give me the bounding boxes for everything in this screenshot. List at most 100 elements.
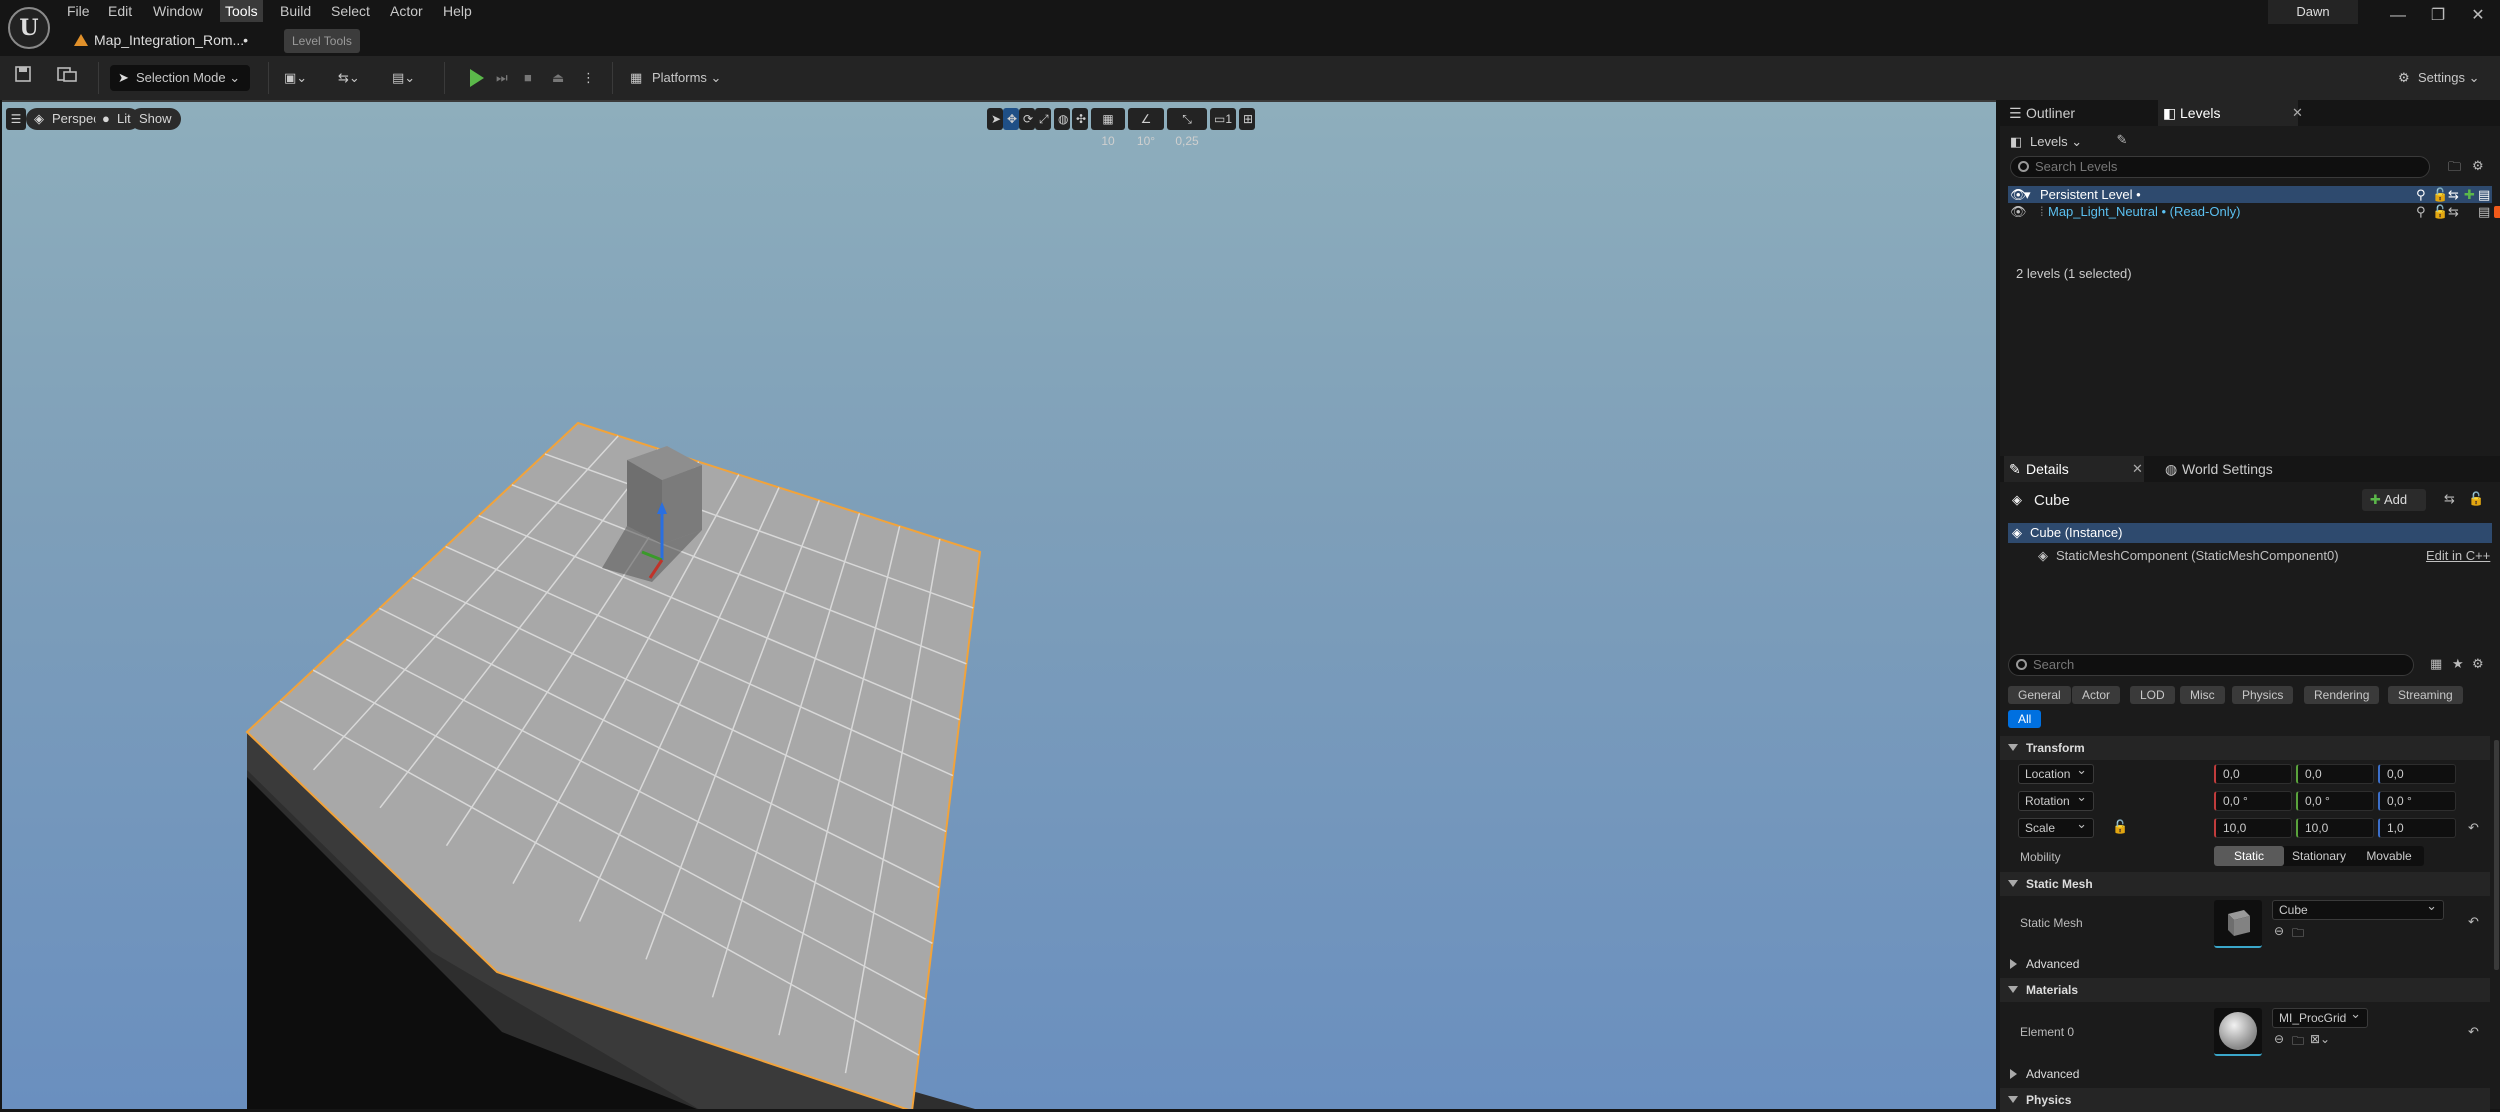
surface-snap-icon[interactable]: ✣ [1072,108,1088,130]
content-browser-icon[interactable] [56,65,80,91]
transform-section-header[interactable]: Transform [2000,736,2490,760]
rotate-tool-icon[interactable]: ⟳ [1019,108,1035,130]
menu-tools[interactable]: Tools [220,0,263,22]
category-tab-actor[interactable]: Actor [2072,686,2121,704]
materials-section-header[interactable]: Materials [2000,978,2490,1002]
lighting-icon[interactable]: ⚲ [2416,203,2426,220]
camera-speed-button[interactable]: ▭1 [1210,108,1236,130]
location-x-input[interactable]: 0,0 [2214,764,2292,784]
level-viewport[interactable]: ☰ ◈ Perspective ● Lit Show ➤ ✥ ⟳ ⤢ ◍ ✣ ▦… [2,100,1996,1109]
rotation-dropdown[interactable]: Rotation [2018,788,2094,811]
new-folder-icon[interactable]: 🗀 [2448,158,2461,180]
user-name[interactable]: Dawn [2268,0,2358,24]
level-row-map-light[interactable]: 👁 ⁞ Map_Light_Neutral • (Read-Only) ⚲ 🔓 … [2008,203,2500,220]
scale-snap-toggle[interactable]: ⤡ 0,25 [1167,108,1207,148]
blueprint-convert-icon[interactable]: ⇆ [2444,491,2455,507]
category-tab-streaming[interactable]: Streaming [2388,686,2463,704]
reset-to-default-icon[interactable]: ↶ [2468,820,2479,836]
add-component-button[interactable]: ✚ Add [2362,489,2426,511]
details-settings-icon[interactable]: ⚙ [2472,656,2484,672]
component-row-instance[interactable]: ◈ Cube (Instance) [2008,523,2492,543]
eject-icon[interactable]: ⏏ [552,65,576,91]
lock-icon[interactable]: 🔓 [2432,203,2448,220]
level-tools-tab[interactable]: Level Tools [284,29,360,53]
visibility-icon[interactable]: 👁 [2010,203,2027,220]
details-search-input[interactable]: Search [2008,654,2414,676]
platforms-dropdown[interactable]: ▦ Platforms ⌄ [628,65,721,91]
level-row-persistent[interactable]: 👁 ▾ Persistent Level • ⚲ 🔓 ⇆ ✚ ▤ [2008,186,2492,203]
settings-button[interactable]: ⚙ Settings ⌄ [2396,65,2480,91]
table-view-icon[interactable]: ▦ [2430,656,2442,672]
static-mesh-dropdown[interactable]: Cube [2272,897,2444,920]
add-actor-icon[interactable]: ▣⌄ [284,65,318,91]
menu-actor[interactable]: Actor [385,0,428,22]
outliner-settings-icon[interactable]: ⚙ [2472,158,2484,174]
browse-asset-icon[interactable]: 🗀 [2292,924,2304,945]
details-scrollbar[interactable] [2494,740,2499,970]
rotation-y-input[interactable]: 0,0 ° [2296,791,2374,811]
mobility-movable[interactable]: Movable [2354,846,2424,866]
scene-render[interactable] [2,102,1996,1109]
advance-frame-icon[interactable]: ⏭ [496,65,520,91]
grid-snap-toggle[interactable]: ▦ 10 [1091,108,1125,148]
show-button[interactable]: Show [130,108,181,130]
more-options-icon[interactable]: ⋮ [582,65,596,91]
scale-y-input[interactable]: 10,0 [2296,818,2374,838]
play-button[interactable] [464,65,488,91]
mobility-static[interactable]: Static [2214,846,2284,866]
category-tab-physics[interactable]: Physics [2232,686,2294,704]
rotation-z-input[interactable]: 0,0 ° [2378,791,2456,811]
edit-level-icon[interactable]: ✎ [2112,132,2132,152]
stop-icon[interactable]: ■ [524,65,548,91]
menu-help[interactable]: Help [438,0,477,22]
category-tab-misc[interactable]: Misc [2180,686,2225,704]
blueprint-icon[interactable]: ⇆⌄ [338,65,372,91]
reset-to-default-icon[interactable]: ↶ [2468,1024,2479,1040]
edit-cpp-link[interactable]: Edit in C++ [2426,546,2490,566]
mobility-stationary[interactable]: Stationary [2284,846,2354,866]
category-tab-lod[interactable]: LOD [2130,686,2175,704]
document-tab[interactable]: Map_Integration_Rom... • [66,24,256,56]
viewport-layout-icon[interactable]: ⊞ [1239,108,1255,130]
expand-arrow-icon[interactable]: ▾ [2024,186,2031,203]
add-level-icon[interactable]: ✚ [2464,186,2475,203]
menu-build[interactable]: Build [275,0,316,22]
location-y-input[interactable]: 0,0 [2296,764,2374,784]
close-levels-tab-icon[interactable]: ✕ [2292,100,2303,126]
viewport-menu-icon[interactable]: ☰ [6,108,26,130]
menu-select[interactable]: Select [326,0,375,22]
material-dropdown[interactable]: MI_ProcGrid [2272,1005,2368,1028]
static-mesh-thumbnail[interactable] [2214,900,2262,948]
scale-dropdown[interactable]: Scale [2018,815,2094,838]
reset-to-default-icon[interactable]: ↶ [2468,914,2479,930]
lock-details-icon[interactable]: 🔓 [2468,491,2484,507]
save-icon[interactable] [14,65,34,91]
location-z-input[interactable]: 0,0 [2378,764,2456,784]
material-thumbnail[interactable] [2214,1008,2262,1056]
minimize-icon[interactable]: — [2378,2,2418,30]
rotation-x-input[interactable]: 0,0 ° [2214,791,2292,811]
save-level-icon[interactable]: ▤ [2478,186,2490,203]
lighting-icon[interactable]: ⚲ [2416,186,2426,203]
physics-section-header[interactable]: Physics [2000,1088,2490,1112]
tab-world-settings[interactable]: ◍ World Settings [2160,456,2300,482]
location-dropdown[interactable]: Location [2018,761,2094,784]
translate-tool-icon[interactable]: ✥ [1003,108,1019,130]
save-level-icon[interactable]: ▤ [2478,203,2490,220]
advanced-section-header[interactable]: Advanced [2000,1062,2490,1086]
rotation-snap-toggle[interactable]: ∠ 10° [1128,108,1164,148]
menu-file[interactable]: File [62,0,95,22]
tab-details[interactable]: ✎ Details [2004,456,2144,482]
close-details-tab-icon[interactable]: ✕ [2132,456,2143,482]
category-tab-all[interactable]: All [2008,710,2042,728]
use-selected-icon[interactable]: ⊖ [2274,924,2284,938]
levels-search-input[interactable]: Search Levels [2010,156,2430,178]
category-tab-rendering[interactable]: Rendering [2304,686,2380,704]
scale-x-input[interactable]: 10,0 [2214,818,2292,838]
menu-window[interactable]: Window [148,0,208,22]
close-icon[interactable]: ✕ [2458,2,2498,30]
scale-lock-icon[interactable]: 🔓 [2112,819,2128,835]
material-options-icon[interactable]: ⊠⌄ [2310,1032,2330,1046]
use-selected-icon[interactable]: ⊖ [2274,1032,2284,1046]
component-row-static-mesh[interactable]: ◈ StaticMeshComponent (StaticMeshCompone… [2008,546,2492,566]
